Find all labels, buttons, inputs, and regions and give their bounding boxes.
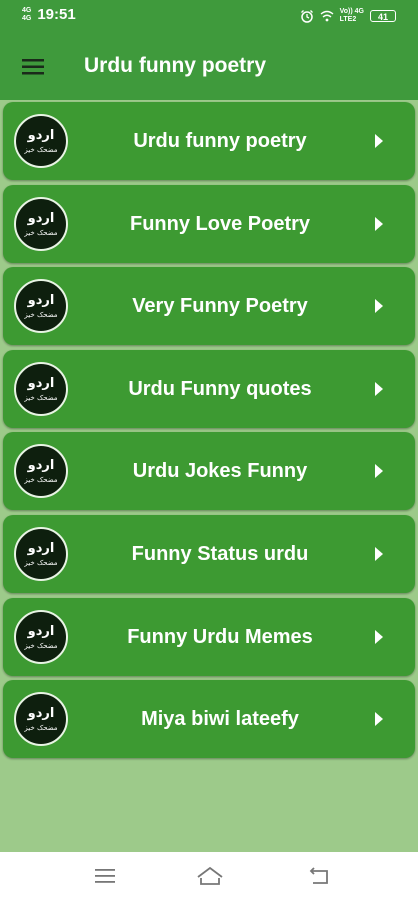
network-label: LTE2 xyxy=(339,16,357,23)
app-logo-icon: اردو مضحک خیز xyxy=(14,361,68,416)
svg-text:مضحک خیز: مضحک خیز xyxy=(23,229,57,237)
chevron-right-icon xyxy=(373,711,385,727)
home-button[interactable] xyxy=(195,864,225,888)
menu-item-card[interactable]: اردو مضحک خیز Funny Status urdu xyxy=(3,515,415,593)
chevron-right-icon xyxy=(373,546,385,562)
svg-text:اردو: اردو xyxy=(27,293,55,308)
svg-text:مضحک خیز: مضحک خیز xyxy=(23,311,57,319)
svg-text:اردو: اردو xyxy=(27,128,55,143)
network-label: 4G xyxy=(22,14,32,22)
menu-item-label: Funny Urdu Memes xyxy=(127,625,313,648)
menu-item-label: Funny Status urdu xyxy=(131,543,309,565)
app-bar: Urdu funny poetry xyxy=(0,34,418,100)
menu-item-card[interactable]: اردو مضحک خیز Urdu funny poetry xyxy=(3,102,415,180)
menu-item-card[interactable]: اردو مضحک خیز Urdu Jokes Funny xyxy=(3,432,415,511)
menu-list: اردو مضحک خیز Urdu funny poetry اردو مضحک خی… xyxy=(0,100,418,852)
app-logo-icon: اردو مضحک خیز xyxy=(14,196,68,251)
menu-item-card[interactable]: اردو مضحک خیز Funny Love Poetry xyxy=(3,184,415,263)
page-title: Urdu funny poetry xyxy=(84,54,266,77)
recent-apps-button[interactable] xyxy=(90,864,120,888)
chevron-right-icon xyxy=(373,216,385,232)
app-logo-icon: اردو مضحک خیز xyxy=(14,444,68,499)
svg-text:مضحک خیز: مضحک خیز xyxy=(23,559,57,567)
chevron-right-icon xyxy=(373,298,385,314)
svg-text:مضحک خیز: مضحک خیز xyxy=(23,146,57,154)
menu-item-card[interactable]: اردو مضحک خیز Miya biwi lateefy xyxy=(3,680,415,759)
network-label: Vo)) 4G xyxy=(339,8,364,15)
menu-button[interactable] xyxy=(18,52,48,82)
svg-text:اردو: اردو xyxy=(27,458,55,473)
menu-item-label: Urdu Jokes Funny xyxy=(132,460,308,483)
chevron-right-icon xyxy=(373,463,385,479)
svg-text:اردو: اردو xyxy=(27,376,55,391)
svg-text:مضحک خیز: مضحک خیز xyxy=(23,476,57,484)
hamburger-menu-icon xyxy=(22,59,44,75)
battery-indicator: 41 xyxy=(370,10,396,22)
menu-item-card[interactable]: اردو مضحک خیز Urdu Funny quotes xyxy=(3,349,415,428)
menu-item-label: Miya biwi lateefy xyxy=(141,708,299,731)
back-icon xyxy=(309,867,328,884)
app-logo-icon: اردو مضحک خیز xyxy=(14,692,68,747)
svg-text:مضحک خیز: مضحک خیز xyxy=(23,642,57,650)
svg-text:اردو: اردو xyxy=(27,624,55,639)
system-nav-bar xyxy=(0,852,418,900)
status-right: Vo)) 4G LTE2 41 xyxy=(300,8,396,24)
app-logo-icon: اردو مضحک خیز xyxy=(14,609,68,664)
menu-item-label: Very Funny Poetry xyxy=(132,295,308,318)
network-indicator: 4G 4G xyxy=(22,7,31,23)
svg-text:مضحک خیز: مضحک خیز xyxy=(23,394,57,402)
network-label: 4G xyxy=(22,6,32,14)
home-icon xyxy=(197,866,223,885)
back-button[interactable] xyxy=(304,864,334,888)
app-logo-icon: اردو مضحک خیز xyxy=(14,527,68,581)
network-indicator: Vo)) 4G LTE2 xyxy=(340,8,364,24)
wifi-signal-icon xyxy=(320,10,334,22)
svg-text:اردو: اردو xyxy=(27,706,55,721)
clock: 19:51 xyxy=(37,6,76,23)
app-logo-icon: اردو مضحک خیز xyxy=(14,279,68,334)
chevron-right-icon xyxy=(373,381,385,397)
svg-text:اردو: اردو xyxy=(27,541,55,556)
app-logo-icon: اردو مضحک خیز xyxy=(14,114,68,168)
menu-item-label: Urdu Funny quotes xyxy=(128,377,312,400)
chevron-right-icon xyxy=(373,133,385,149)
chevron-right-icon xyxy=(373,629,385,645)
status-bar: 4G 4G 19:51 Vo)) 4G LTE2 41 xyxy=(0,0,418,34)
svg-text:مضحک خیز: مضحک خیز xyxy=(23,724,57,732)
menu-item-card[interactable]: اردو مضحک خیز Funny Urdu Memes xyxy=(3,597,415,676)
status-left: 4G 4G 19:51 xyxy=(22,6,76,23)
svg-text:اردو: اردو xyxy=(27,211,55,226)
menu-item-label: Urdu funny poetry xyxy=(133,130,307,152)
recent-apps-icon xyxy=(95,869,115,883)
menu-item-label: Funny Love Poetry xyxy=(129,212,311,235)
menu-item-card[interactable]: اردو مضحک خیز Very Funny Poetry xyxy=(3,267,415,346)
alarm-icon xyxy=(300,10,313,23)
